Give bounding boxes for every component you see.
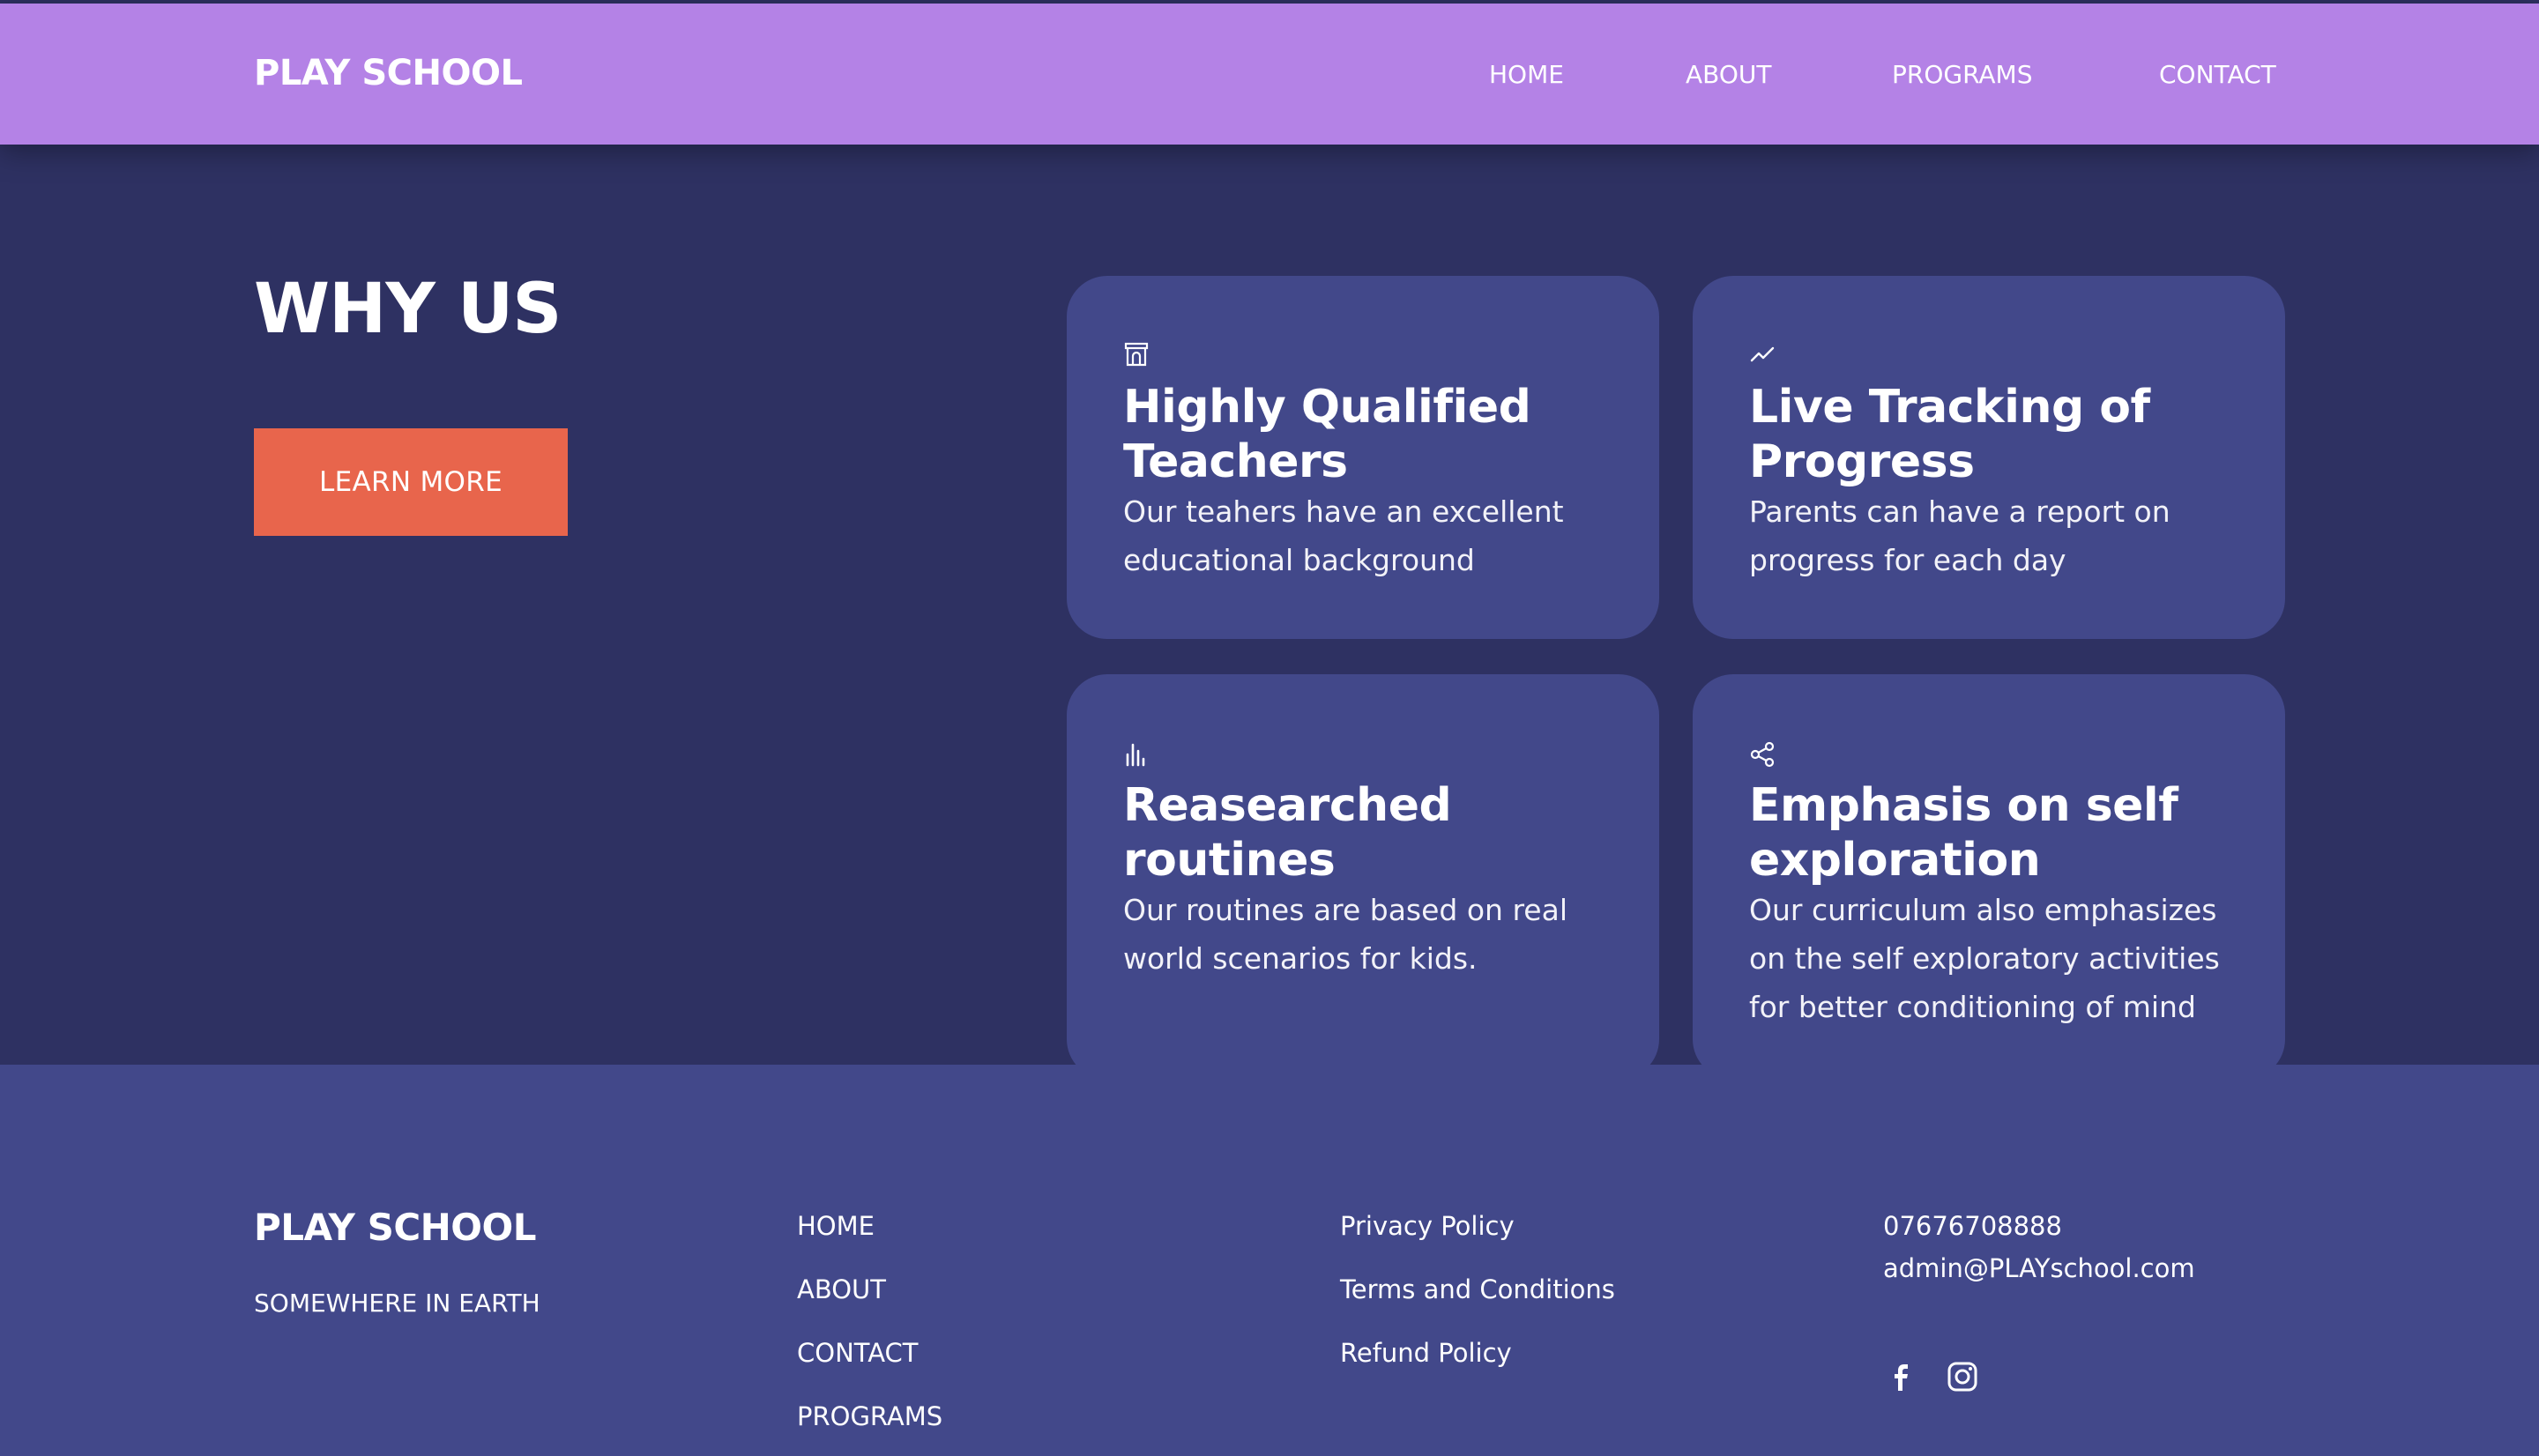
- card-description: Our routines are based on real world sce…: [1123, 893, 1567, 976]
- feature-card-teachers: Highly Qualified Teachers Our teahers ha…: [1067, 276, 1659, 639]
- terms-link[interactable]: Terms and Conditions: [1340, 1274, 1615, 1304]
- feature-card-exploration: Emphasis on self exploration Our curricu…: [1693, 674, 2285, 1080]
- card-title: Highly Qualified Teachers: [1123, 381, 1531, 488]
- bar-chart-icon: [1126, 743, 1145, 767]
- privacy-policy-link[interactable]: Privacy Policy: [1340, 1211, 1515, 1241]
- nav-programs[interactable]: PROGRAMS: [1892, 60, 2032, 89]
- nav-about[interactable]: ABOUT: [1686, 60, 1772, 89]
- footer-address: SOMEWHERE IN EARTH: [254, 1289, 540, 1318]
- refund-policy-link[interactable]: Refund Policy: [1340, 1338, 1512, 1368]
- footer-nav-contact[interactable]: CONTACT: [797, 1338, 919, 1368]
- building-icon: [1124, 342, 1149, 367]
- section-title: WHY US: [254, 270, 562, 349]
- feature-card-tracking: Live Tracking of Progress Parents can ha…: [1693, 276, 2285, 639]
- card-title: Live Tracking of Progress: [1749, 381, 2150, 488]
- footer-nav-home[interactable]: HOME: [797, 1211, 875, 1241]
- brand-logo[interactable]: PLAY SCHOOL: [254, 53, 523, 93]
- card-description: Parents can have a report on progress fo…: [1749, 494, 2170, 577]
- footer-phone[interactable]: 07676708888: [1883, 1211, 2062, 1241]
- nav-contact[interactable]: CONTACT: [2159, 60, 2276, 89]
- footer-nav-about[interactable]: ABOUT: [797, 1274, 886, 1304]
- facebook-icon[interactable]: [1883, 1359, 1918, 1394]
- footer-nav-programs[interactable]: PROGRAMS: [797, 1401, 942, 1431]
- nav-home[interactable]: HOME: [1489, 60, 1564, 89]
- card-title: Emphasis on self exploration: [1749, 779, 2178, 887]
- learn-more-button[interactable]: LEARN MORE: [254, 428, 568, 536]
- footer-brand: PLAY SCHOOL: [254, 1206, 536, 1249]
- footer-email[interactable]: admin@PLAYschool.com: [1883, 1253, 2195, 1283]
- trend-line-icon: [1750, 346, 1775, 362]
- share-icon: [1750, 741, 1775, 768]
- feature-card-routines: Reasearched routines Our routines are ba…: [1067, 674, 1659, 1080]
- site-footer: PLAY SCHOOL SOMEWHERE IN EARTH HOME ABOU…: [0, 1065, 2539, 1456]
- card-description: Our teahers have an excellent educationa…: [1123, 494, 1564, 577]
- card-title: Reasearched routines: [1123, 779, 1452, 887]
- site-header: PLAY SCHOOL HOME ABOUT PROGRAMS CONTACT: [0, 4, 2539, 145]
- instagram-icon[interactable]: [1945, 1359, 1980, 1394]
- card-description: Our curriculum also emphasizes on the se…: [1749, 893, 2220, 1024]
